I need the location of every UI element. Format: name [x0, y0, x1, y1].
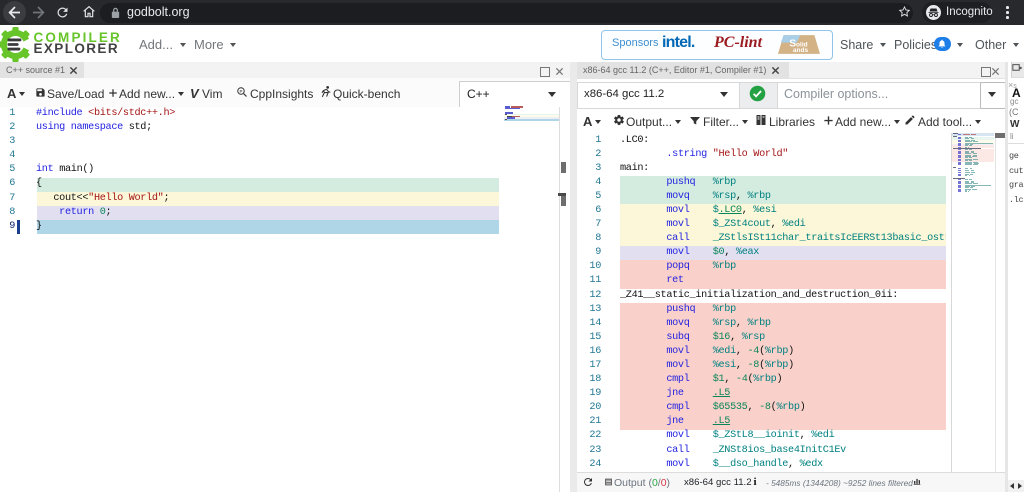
svg-text:P: P: [240, 89, 243, 94]
svg-text:ands: ands: [793, 46, 809, 53]
